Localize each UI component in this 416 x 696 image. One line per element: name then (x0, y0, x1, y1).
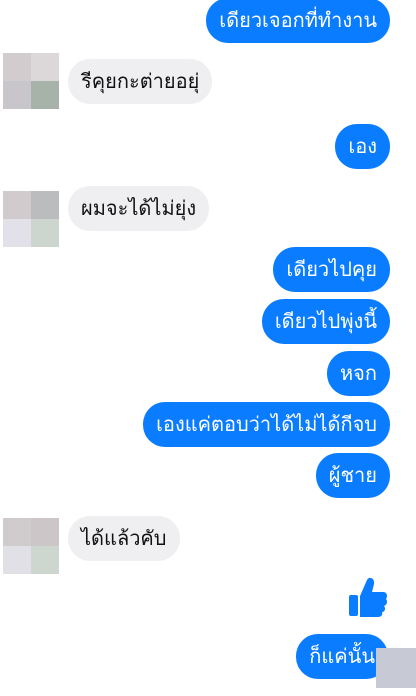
thumbs-up-hand (360, 577, 388, 617)
message-bubble-incoming[interactable]: รีคุยกะต่ายอยุ่ (68, 59, 213, 104)
message-bubble-outgoing[interactable]: เดียวไปคุย (273, 247, 390, 292)
message-text: เดียวไปคุย (286, 257, 377, 281)
message-bubble-incoming[interactable]: ได้แล้วคับ (68, 516, 180, 561)
avatar[interactable] (3, 53, 59, 109)
message-bubble-outgoing[interactable]: หจก (326, 351, 390, 396)
message-text: เอง (348, 134, 377, 158)
avatar[interactable] (3, 518, 59, 574)
seen-avatar (376, 648, 416, 688)
message-text: เดียวเจอกที่ทำงาน (219, 8, 377, 32)
message-bubble-outgoing[interactable]: เดียวไปพุ่งนี้ (261, 299, 390, 344)
message-bubble-outgoing[interactable]: เดียวเจอกที่ทำงาน (206, 0, 390, 43)
message-bubble-incoming[interactable]: ผมจะได้ไม่ยุ่ง (68, 186, 210, 231)
message-text: ได้แล้วคับ (81, 526, 167, 550)
thumbs-up-icon[interactable] (348, 576, 388, 618)
message-text: เดียวไปพุ่งนี้ (274, 309, 377, 333)
message-text: ผมจะได้ไม่ยุ่ง (81, 196, 197, 220)
message-text: ก็แค่นั้น (309, 644, 375, 668)
message-text: หจก (339, 361, 377, 385)
message-text: รีคุยกะต่ายอยุ่ (81, 69, 200, 93)
message-bubble-outgoing[interactable]: ผู้ชาย (315, 453, 390, 498)
message-text: ผู้ชาย (328, 463, 377, 487)
thumbs-up-cuff (349, 595, 358, 616)
message-bubble-outgoing[interactable]: เองแค่ตอบว่าได้ไม่ได้กีจบ (143, 402, 390, 447)
avatar[interactable] (3, 191, 59, 247)
message-text: เองแค่ตอบว่าได้ไม่ได้กีจบ (156, 412, 377, 436)
message-bubble-outgoing[interactable]: เอง (335, 124, 390, 169)
message-bubble-outgoing[interactable]: ก็แค่นั้น (296, 634, 388, 679)
